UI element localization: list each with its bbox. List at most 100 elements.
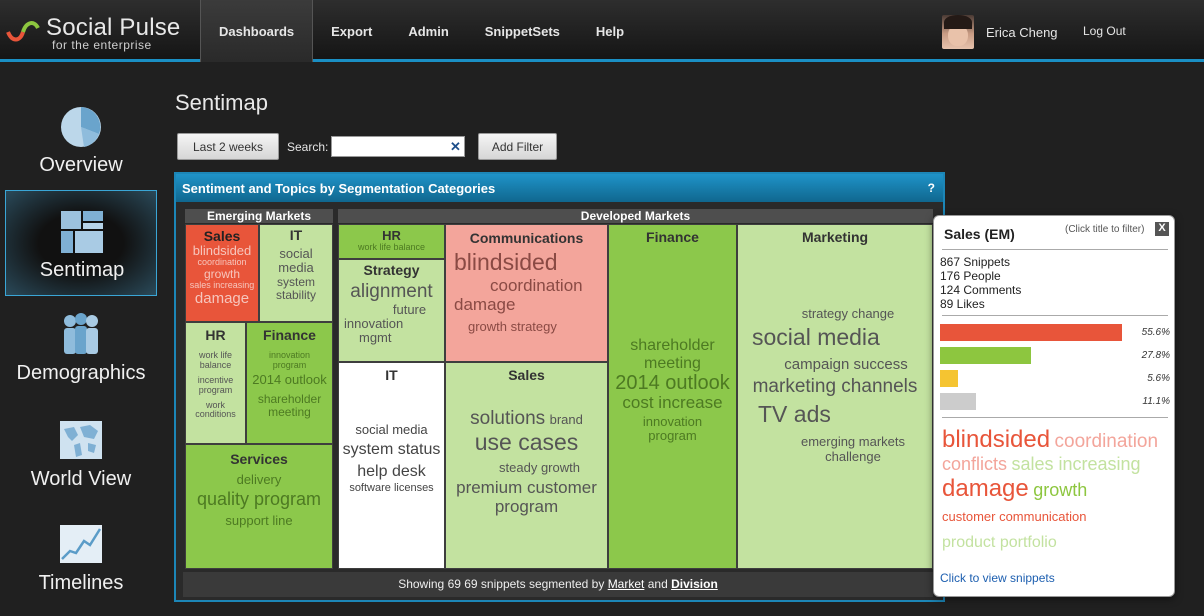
sentiment-bar[interactable]	[940, 370, 958, 387]
topic-word: system status	[342, 441, 441, 459]
view-snippets-link[interactable]: Click to view snippets	[940, 571, 1055, 585]
group-header-emerging[interactable]: Emerging Markets	[185, 209, 333, 223]
app-tagline: for the enterprise	[52, 38, 152, 52]
topic-word: meeting	[268, 405, 311, 420]
topic-word[interactable]: product portfolio	[942, 534, 1057, 552]
popup-word-cloud: blindsided coordination conflicts sales …	[942, 426, 1174, 552]
panel-title: Sentiment and Topics by Segmentation Cat…	[176, 174, 943, 202]
topic-word: social media	[752, 324, 880, 351]
sentiment-percent: 5.6%	[1147, 373, 1170, 384]
cell-dm-communications[interactable]: Communications blindsided coordination d…	[445, 224, 608, 362]
treemap-icon	[61, 211, 103, 253]
topic-word: use cases	[474, 428, 579, 455]
cell-title: IT	[289, 227, 303, 243]
topic-word: program	[198, 384, 233, 395]
cell-title: Services	[230, 451, 288, 467]
sentiment-bar[interactable]	[940, 393, 976, 410]
topic-word[interactable]: damage	[942, 475, 1029, 502]
topic-word: blindsided	[192, 243, 252, 258]
popup-hint: (Click title to filter)	[1065, 224, 1145, 235]
cell-dm-marketing[interactable]: Marketing strategy change social media c…	[737, 224, 933, 569]
nav-snippetsets[interactable]: SnippetSets	[467, 0, 578, 62]
topic-word[interactable]: blindsided	[942, 426, 1050, 453]
division-link[interactable]: Division	[671, 577, 718, 591]
topic-word: social media	[355, 422, 428, 437]
cell-dm-sales[interactable]: Sales solutions brand use cases steady g…	[445, 362, 608, 569]
people-count: 176 People	[940, 269, 1001, 283]
sentiment-percent: 27.8%	[1141, 350, 1170, 361]
sidebar-item-overview[interactable]: Overview	[5, 88, 157, 194]
topic-word: solutions	[470, 408, 546, 429]
topic-word: support line	[225, 513, 293, 529]
cell-em-services[interactable]: Services delivery quality program suppor…	[185, 444, 333, 569]
logout-link[interactable]: Log Out	[1083, 24, 1126, 38]
date-range-button[interactable]: Last 2 weeks	[177, 133, 279, 160]
topic-word: alignment	[350, 281, 433, 302]
sidebar-label-timelines: Timelines	[38, 572, 124, 594]
topic-word: damage	[194, 290, 250, 308]
topic-word: meeting	[644, 354, 701, 372]
group-header-developed[interactable]: Developed Markets	[338, 209, 933, 223]
cell-em-sales[interactable]: Sales blindsided coordination growth sal…	[185, 224, 259, 322]
topic-word: cost increase	[622, 393, 723, 413]
topic-word: system	[276, 274, 315, 289]
cell-dm-it[interactable]: IT social media system status help desk …	[338, 362, 445, 569]
topic-word: steady growth	[499, 460, 580, 476]
like-count: 89 Likes	[940, 297, 985, 311]
cell-title: Strategy	[363, 262, 420, 278]
topic-word[interactable]: sales increasing	[1011, 454, 1140, 474]
app-logo[interactable]: Social Pulse for the enterprise	[6, 12, 196, 52]
topic-word[interactable]: conflicts	[942, 454, 1007, 474]
topic-word: future	[392, 301, 427, 317]
cell-title: Finance	[646, 229, 699, 245]
cell-title: Finance	[263, 327, 316, 343]
popup-title[interactable]: Sales (EM)	[944, 226, 1015, 242]
search-input[interactable]	[331, 136, 465, 157]
help-icon[interactable]: ?	[928, 181, 935, 195]
topic-word: balance	[199, 359, 232, 370]
sentiment-bar[interactable]	[940, 347, 1031, 364]
sidebar-item-world-view[interactable]: World View	[5, 404, 157, 510]
topic-word[interactable]: coordination	[1055, 431, 1159, 452]
cell-em-hr[interactable]: HR work life balance incentive program w…	[185, 322, 246, 444]
topic-word: 2014 outlook	[252, 371, 327, 387]
user-info: Erica Cheng	[942, 15, 1058, 49]
avatar[interactable]	[942, 15, 974, 49]
cell-em-it[interactable]: IT social media system stability	[259, 224, 333, 322]
logo-swoosh-icon	[6, 21, 40, 42]
topic-word: program	[648, 428, 697, 444]
topic-word: 2014 outlook	[615, 372, 730, 395]
nav-dashboards[interactable]: Dashboards	[200, 0, 314, 62]
add-filter-button[interactable]: Add Filter	[478, 133, 557, 160]
sidebar-item-sentimap[interactable]: Sentimap	[5, 190, 157, 296]
nav-help[interactable]: Help	[578, 0, 642, 62]
divider	[942, 315, 1168, 316]
topic-word: premium customer	[456, 478, 597, 498]
topic-word[interactable]: growth	[1033, 480, 1087, 500]
nav-admin[interactable]: Admin	[390, 0, 466, 62]
cell-dm-hr[interactable]: HR work life balance	[338, 224, 445, 259]
divider	[942, 249, 1168, 250]
sentiment-bar[interactable]	[940, 324, 1122, 341]
top-bar: Social Pulse for the enterprise Dashboar…	[0, 0, 1204, 62]
topic-word: damage	[454, 294, 516, 314]
footer-and: and	[647, 577, 668, 591]
sentiment-percent: 11.1%	[1142, 396, 1170, 407]
nav-export[interactable]: Export	[313, 0, 390, 62]
sidebar-item-timelines[interactable]: Timelines	[5, 508, 157, 614]
clear-search-icon[interactable]: ✕	[450, 139, 1200, 155]
cell-em-finance[interactable]: Finance innovation program 2014 outlook …	[246, 322, 333, 444]
cell-dm-strategy[interactable]: Strategy alignment future innovation mgm…	[338, 259, 445, 362]
topic-word: brand	[549, 412, 583, 427]
panel-footer: Showing 69 69 snippets segmented by Mark…	[183, 572, 933, 597]
market-link[interactable]: Market	[608, 577, 645, 591]
divider	[942, 417, 1168, 418]
people-icon	[64, 313, 98, 354]
cell-dm-finance[interactable]: Finance shareholder meeting 2014 outlook…	[608, 224, 737, 569]
close-icon[interactable]: X	[1155, 222, 1169, 236]
sidebar-item-demographics[interactable]: Demographics	[5, 298, 157, 404]
topic-word: stability	[275, 287, 316, 302]
topic-word[interactable]: customer communication	[942, 509, 1087, 524]
footer-text: Showing 69 69 snippets segmented by	[398, 577, 605, 591]
topic-word: innovation	[642, 413, 703, 429]
